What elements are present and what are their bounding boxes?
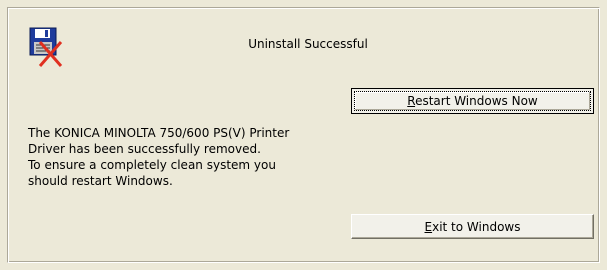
restart-label: estart Windows Now <box>415 94 538 108</box>
exit-mnemonic: E <box>424 219 433 234</box>
uninstall-message: The KONICA MINOLTA 750/600 PS(V) Printer… <box>28 126 290 188</box>
uninstall-dialog: Uninstall Successful Restart Windows Now… <box>7 7 600 263</box>
restart-mnemonic: R <box>407 94 416 108</box>
exit-to-windows-button[interactable]: Exit to Windows <box>351 214 594 239</box>
dialog-title: Uninstall Successful <box>248 37 368 51</box>
restart-windows-now-button[interactable]: Restart Windows Now <box>351 88 594 114</box>
floppy-disk-x-icon <box>28 26 76 74</box>
exit-label: xit to Windows <box>432 219 521 234</box>
